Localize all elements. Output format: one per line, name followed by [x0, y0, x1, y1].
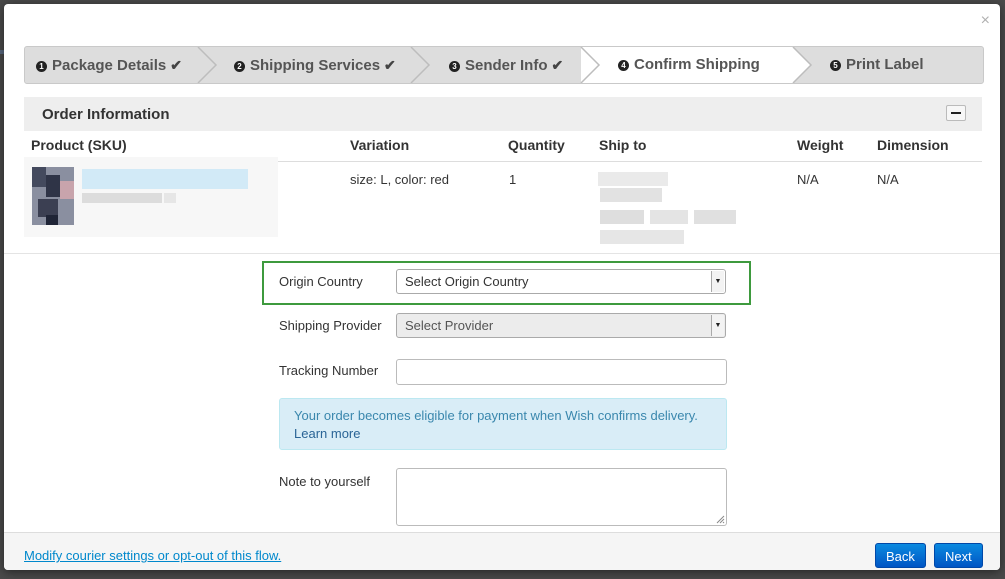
- origin-country-placeholder: Select Origin Country: [405, 274, 529, 289]
- step-sender-info[interactable]: 3 Sender Info ✔: [449, 47, 563, 83]
- product-thumbnail: [24, 157, 278, 237]
- chevron-down-icon: ▼: [711, 315, 724, 336]
- step-number: 2: [234, 61, 245, 72]
- dimension-value: N/A: [877, 172, 899, 187]
- step-print-label[interactable]: 5 Print Label: [830, 47, 924, 83]
- shipping-provider-select[interactable]: Select Provider ▼: [396, 313, 726, 338]
- column-ship-to: Ship to: [599, 137, 647, 153]
- quantity-value: 1: [509, 172, 517, 187]
- confirm-shipping-dialog: × 1 Package Details ✔ 2 Shipping Services ✔ …: [4, 4, 1000, 570]
- step-label: Package Details: [52, 57, 167, 74]
- column-product: Product (SKU): [31, 137, 127, 153]
- step-number: 3: [449, 61, 460, 72]
- tracking-number-label: Tracking Number: [279, 363, 379, 378]
- column-quantity: Quantity: [508, 137, 565, 153]
- weight-value: N/A: [797, 172, 819, 187]
- step-label: Shipping Services: [250, 57, 381, 74]
- payment-info-alert: Your order becomes eligible for payment …: [279, 398, 727, 450]
- shipping-provider-placeholder: Select Provider: [405, 318, 494, 333]
- collapse-button[interactable]: [946, 105, 966, 121]
- step-number: 1: [36, 61, 47, 72]
- order-information-title: Order Information: [42, 106, 170, 123]
- section-divider: [4, 253, 1000, 254]
- table-header-divider: [278, 161, 982, 162]
- checkmark-icon: ✔: [551, 57, 564, 73]
- wizard-steps: 1 Package Details ✔ 2 Shipping Services ✔ 3S…: [24, 46, 984, 84]
- close-icon[interactable]: ×: [981, 12, 990, 30]
- dialog-footer: Modify courier settings or opt-out of th…: [4, 532, 1000, 570]
- chevron-down-icon: ▼: [711, 271, 724, 292]
- step-label: Print Label: [846, 56, 924, 73]
- origin-country-select[interactable]: Select Origin Country ▼: [396, 269, 726, 294]
- note-label: Note to yourself: [279, 474, 371, 489]
- step-shipping-services[interactable]: 2 Shipping Services ✔: [234, 47, 396, 83]
- back-button[interactable]: Back: [875, 543, 926, 568]
- step-package-details[interactable]: 1 Package Details ✔: [36, 47, 182, 83]
- step-label: Sender Info: [465, 57, 548, 74]
- note-textarea[interactable]: [396, 468, 727, 526]
- step-number: 4: [618, 60, 629, 71]
- next-button[interactable]: Next: [934, 543, 983, 568]
- resize-handle-icon[interactable]: [716, 515, 725, 524]
- step-label: Confirm Shipping: [634, 56, 760, 73]
- tracking-number-input[interactable]: [396, 359, 727, 385]
- step-confirm-shipping[interactable]: 4 Confirm Shipping: [618, 47, 760, 83]
- checkmark-icon: ✔: [170, 57, 182, 73]
- step-number: 5: [830, 60, 841, 71]
- variation-value: size: L, color: red: [350, 172, 449, 187]
- order-information-bar: Order Information: [24, 97, 982, 131]
- modify-courier-settings-link[interactable]: Modify courier settings or opt-out of th…: [24, 548, 281, 563]
- column-dimension: Dimension: [877, 137, 949, 153]
- origin-country-label: Origin Country: [279, 274, 363, 289]
- alert-text: Your order becomes eligible for payment …: [294, 408, 698, 423]
- column-weight: Weight: [797, 137, 844, 153]
- shipping-provider-label: Shipping Provider: [279, 318, 382, 333]
- column-variation: Variation: [350, 137, 410, 153]
- ship-to-address-redacted: [598, 172, 736, 244]
- learn-more-link[interactable]: Learn more: [294, 426, 360, 441]
- checkmark-icon: ✔: [384, 57, 396, 73]
